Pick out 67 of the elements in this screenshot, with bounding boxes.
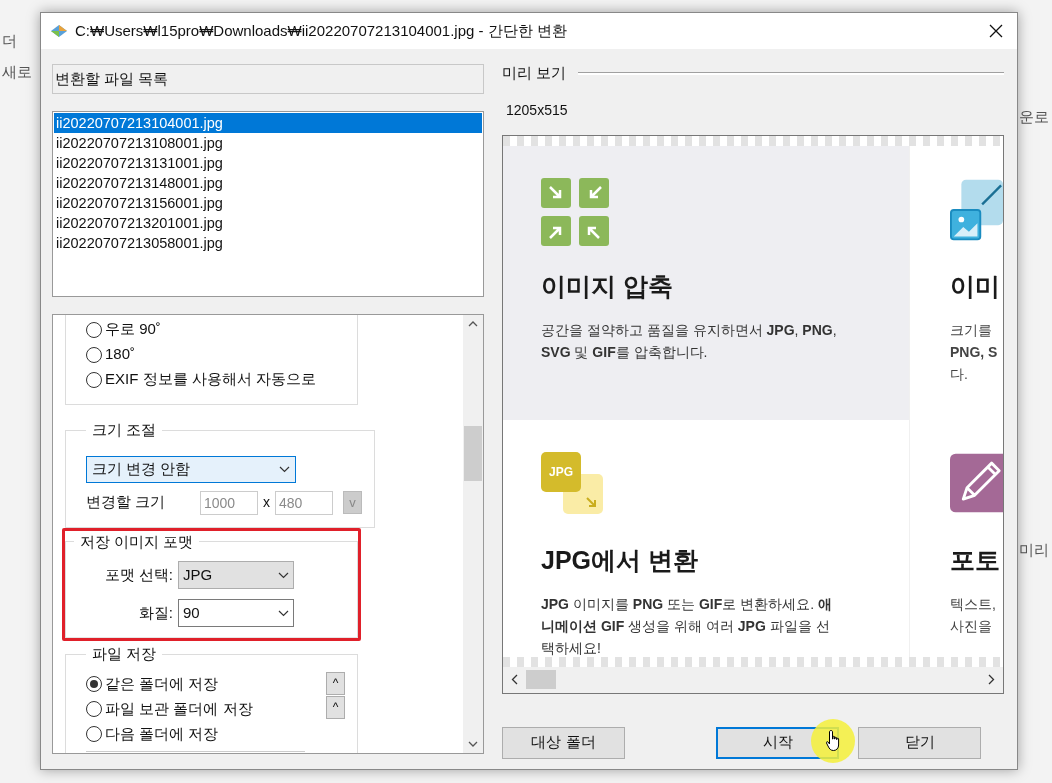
radio-label: 파일 보관 폴더에 저장 — [105, 698, 253, 719]
card-text: 사진을 — [950, 617, 993, 636]
vertical-scrollbar[interactable] — [463, 315, 483, 753]
background-text: 새로 — [2, 61, 33, 82]
chevron-down-icon — [279, 465, 290, 473]
file-list-item[interactable]: ii20220707213201001.jpg — [54, 213, 482, 233]
card-title: 이미지 압축 — [541, 270, 674, 302]
group-title: 저장 이미지 포맷 — [79, 531, 195, 552]
radio-button[interactable] — [86, 371, 102, 388]
scroll-left-icon[interactable] — [511, 674, 518, 685]
move-up-button[interactable]: ^ — [326, 695, 345, 719]
scrollbar-thumb[interactable] — [464, 426, 482, 481]
card-text: 크기를 — [950, 321, 993, 340]
window-title: C:₩Users₩l15pro₩Downloads₩ii20220707213104001.jpg - 간단한 변환 — [75, 20, 567, 41]
scroll-down-icon[interactable] — [468, 741, 478, 747]
radio-button[interactable] — [86, 346, 102, 363]
compress-icon — [541, 177, 611, 248]
file-list-item[interactable]: ii20220707213108001.jpg — [54, 133, 482, 153]
card-description: 공간을 절약하고 품질을 유지하면서 JPG, PNG, SVG 및 GIF를 압축합니다. — [541, 321, 837, 362]
chevron-down-icon — [278, 609, 289, 617]
radio-button[interactable] — [86, 726, 102, 742]
file-list-item[interactable]: ii20220707213156001.jpg — [54, 193, 482, 213]
card-title: 이미 — [950, 270, 1001, 302]
file-list-item[interactable]: ii20220707213058001.jpg — [54, 233, 482, 253]
move-up-button[interactable]: ^ — [326, 671, 345, 695]
size-label: 변경할 크기 — [86, 492, 167, 513]
group-title: 크기 조절 — [91, 420, 158, 440]
card-text: 텍스트, — [950, 595, 997, 614]
quality-label: 화질: — [137, 602, 174, 623]
radio-label: EXIF 정보를 사용해서 자동으로 — [105, 369, 316, 390]
background-text: 미리 — [1019, 539, 1050, 560]
scroll-up-icon[interactable] — [468, 321, 478, 327]
format-label: 포맷 선택: — [103, 564, 174, 585]
times-sign: x — [263, 493, 270, 512]
background-text: 운로 — [1019, 107, 1050, 127]
scroll-right-icon[interactable] — [988, 674, 995, 685]
radio-label: 같은 폴더에 저장 — [105, 673, 219, 694]
close-icon[interactable] — [989, 24, 1003, 38]
image-size: 1205x515 — [506, 100, 569, 120]
quality-dropdown[interactable]: 90 — [178, 599, 294, 627]
group-title: 파일 저장 — [91, 644, 158, 664]
card-text: PNG, S — [950, 343, 999, 362]
card-title: JPG에서 변환 — [541, 544, 699, 576]
file-list-label: 변환할 파일 목록 — [52, 64, 484, 94]
scrollbar-thumb[interactable] — [526, 670, 556, 689]
radio-button[interactable] — [86, 701, 102, 717]
dialog-button[interactable]: 대상 폴더 — [502, 726, 625, 759]
file-list-item[interactable]: ii20220707213104001.jpg — [54, 113, 482, 133]
file-list-item[interactable]: ii20220707213131001.jpg — [54, 153, 482, 173]
format-dropdown[interactable]: JPG — [178, 561, 294, 589]
radio-label: 우로 90˚ — [105, 319, 161, 340]
file-list-item[interactable]: ii20220707213148001.jpg — [54, 173, 482, 193]
radio-button[interactable] — [86, 676, 102, 692]
horizontal-scrollbar[interactable] — [503, 666, 1003, 693]
chevron-down-icon — [278, 571, 289, 579]
background-text: 더 — [2, 31, 18, 51]
file-list[interactable]: ii20220707213104001.jpg ii20220707213108001.jpg ii20220707213131001.jpg ii20220707213148001.jpg ii20220707213156001.jpg ii20220707213201001.jpg ii20220707213058001.jpg — [52, 111, 484, 297]
hand-cursor-icon — [826, 729, 842, 752]
card-description: JPG 이미지를 PNG 또는 GIF로 변환하세요. 애니메이션 GIF 생성을 위해 여러 JPG 파일을 선택하세요! — [541, 595, 833, 657]
dialog-button[interactable]: 닫기 — [858, 726, 981, 759]
preview-label: 미리 보기 — [502, 63, 567, 83]
card-text: 다. — [950, 365, 969, 384]
card-title: 포토 — [950, 544, 1001, 576]
radio-label: 다음 폴더에 저장 — [105, 723, 219, 744]
radio-label: 180˚ — [105, 344, 136, 365]
radio-button[interactable] — [86, 321, 102, 338]
app-icon — [49, 23, 69, 39]
